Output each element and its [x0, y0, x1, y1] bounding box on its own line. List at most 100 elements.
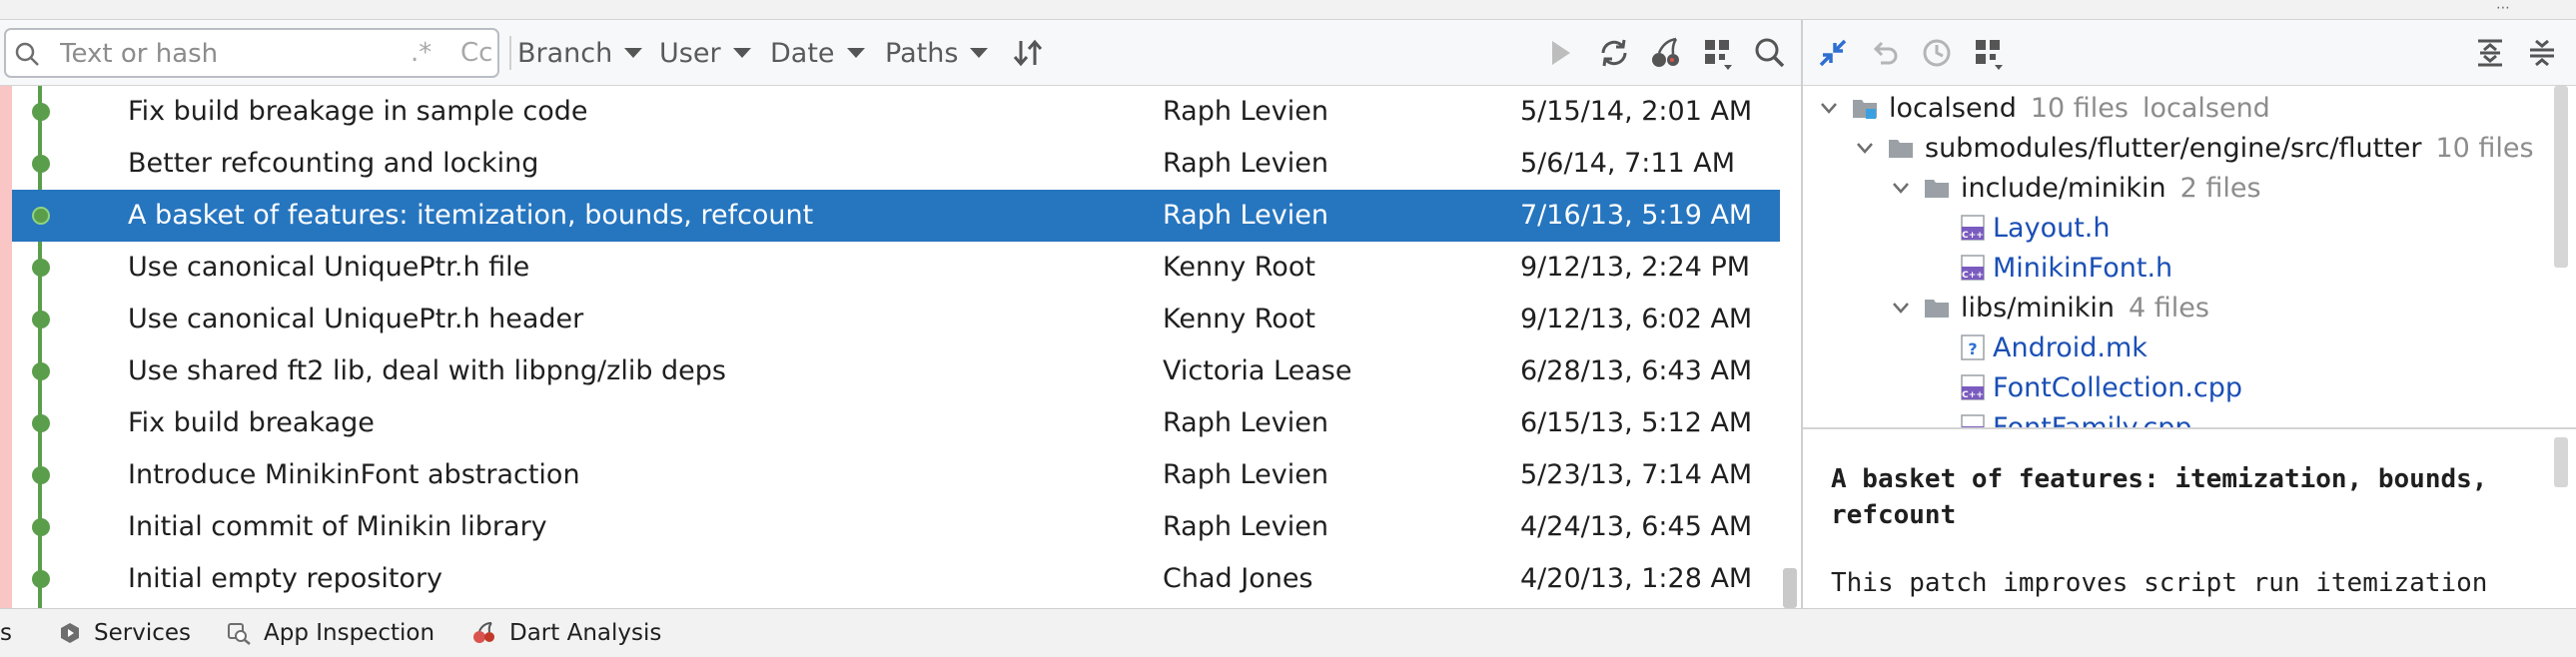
tool-tab-label: Dart Analysis: [509, 620, 662, 646]
commit-row[interactable]: Fix build breakage Raph Levien 6/15/13, …: [12, 397, 1780, 449]
date-filter[interactable]: Date: [770, 36, 865, 70]
folder-icon: [1925, 300, 1949, 318]
commit-row[interactable]: Introduce MinikinFont abstraction Raph L…: [12, 449, 1780, 501]
commit-date: 6/28/13, 6:43 AM: [1520, 355, 1753, 386]
commit-node: [32, 103, 50, 121]
svg-text:C++: C++: [1962, 231, 1984, 241]
commit-message-title: A basket of features: itemization, bound…: [1831, 461, 2530, 533]
expand-all-icon[interactable]: [2472, 35, 2508, 71]
search-input[interactable]: [60, 39, 400, 69]
file-label: FontCollection.cpp: [1993, 371, 2243, 403]
commit-row[interactable]: Initial commit of Minikin library Raph L…: [12, 501, 1780, 553]
commit-node: [32, 518, 50, 536]
commit-details-panel: localsend 10 files localsend submodules/…: [1803, 20, 2576, 608]
chevron-down-icon[interactable]: [1853, 136, 1877, 160]
tool-tab-services[interactable]: Services: [58, 617, 191, 649]
refresh-icon[interactable]: [1596, 35, 1632, 71]
tree-folder-node[interactable]: include/minikin 2 files: [1889, 168, 2261, 208]
layout-grid-icon[interactable]: [1971, 35, 2007, 71]
commit-node: [32, 466, 50, 484]
history-icon[interactable]: [1919, 35, 1955, 71]
commit-row[interactable]: Use shared ft2 lib, deal with libpng/zli…: [12, 345, 1780, 397]
tree-folder-node[interactable]: libs/minikin 4 files: [1889, 288, 2209, 328]
match-case-toggle[interactable]: Cc: [460, 38, 492, 68]
file-count: 10 files: [2030, 92, 2129, 124]
user-filter-label: User: [659, 37, 721, 69]
tool-tab-app-inspection[interactable]: App Inspection: [226, 617, 434, 649]
regex-toggle[interactable]: .*: [411, 38, 431, 68]
file-label: Android.mk: [1993, 331, 2147, 363]
commit-row[interactable]: Use canonical UniquePtr.h file Kenny Roo…: [12, 242, 1780, 294]
commit-row[interactable]: Initial empty repository Chad Jones 4/20…: [12, 553, 1780, 605]
undo-icon[interactable]: [1867, 35, 1903, 71]
tree-file-node[interactable]: C++ Layout.h: [1961, 208, 2110, 248]
file-count: 10 files: [2435, 132, 2534, 164]
cherry-pick-icon[interactable]: [1648, 35, 1684, 71]
chevron-down-icon[interactable]: [1889, 296, 1913, 320]
commit-row[interactable]: Fix build breakage in sample code Raph L…: [12, 86, 1780, 138]
tree-file-node[interactable]: C++ FontFamily.cpp: [1961, 407, 2192, 427]
tree-file-node[interactable]: C++ FontCollection.cpp: [1961, 367, 2242, 407]
commit-row[interactable]: Use canonical UniquePtr.h header Kenny R…: [12, 294, 1780, 345]
commit-subject: Initial empty repository: [128, 563, 443, 594]
app-inspection-icon: [228, 623, 251, 645]
tree-file-node[interactable]: ? Android.mk: [1961, 328, 2147, 367]
commit-message-panel: A basket of features: itemization, bound…: [1803, 429, 2576, 608]
tree-file-node[interactable]: C++ MinikinFont.h: [1961, 248, 2172, 288]
commit-date: 4/24/13, 6:45 AM: [1520, 511, 1753, 542]
cpp-file-icon: C++: [1961, 374, 1985, 400]
collapse-arrows-icon[interactable]: [1815, 35, 1851, 71]
search-box[interactable]: .* Cc: [4, 28, 499, 78]
commit-subject: Fix build breakage in sample code: [128, 96, 588, 127]
commit-author: Victoria Lease: [1163, 355, 1352, 386]
log-toolbar: .* Cc Branch User Date Paths: [0, 20, 1801, 86]
repo-name: localsend: [2142, 92, 2270, 124]
search-icon[interactable]: [1752, 35, 1788, 71]
tool-tab-dart-analysis[interactable]: Dart Analysis: [471, 617, 661, 649]
chevron-down-icon[interactable]: [1889, 176, 1913, 200]
tree-root-node[interactable]: localsend 10 files localsend: [1817, 88, 2270, 128]
scrollbar-thumb[interactable]: [1783, 568, 1797, 608]
commit-row[interactable]: Better refcounting and locking Raph Levi…: [12, 138, 1780, 190]
details-scrollbar[interactable]: [2554, 437, 2568, 487]
chevron-down-icon[interactable]: [1817, 96, 1841, 120]
date-filter-label: Date: [770, 37, 835, 69]
commit-list-scrollbar[interactable]: [1783, 86, 1797, 608]
commit-node: [32, 570, 50, 588]
folder-icon: [1925, 180, 1949, 198]
commit-date: 7/16/13, 5:19 AM: [1520, 200, 1753, 231]
tool-tab-partial[interactable]: s: [0, 617, 12, 649]
commit-row-selected[interactable]: A basket of features: itemization, bound…: [12, 190, 1780, 242]
commit-log-panel: .* Cc Branch User Date Paths: [0, 20, 1801, 608]
chevron-down-icon: [846, 48, 865, 58]
svg-text:C++: C++: [1962, 271, 1984, 281]
file-label: FontFamily.cpp: [1993, 411, 2192, 428]
top-strip: ⋯: [0, 0, 2576, 20]
folder-label: submodules/flutter/engine/src/flutter: [1925, 132, 2422, 164]
paths-filter[interactable]: Paths: [885, 36, 989, 70]
commit-title-line: refcount: [1831, 500, 1957, 530]
folder-label: libs/minikin: [1961, 292, 2115, 324]
sort-icon[interactable]: [1011, 35, 1047, 71]
chevron-down-icon: [970, 48, 989, 58]
user-filter[interactable]: User: [659, 36, 751, 70]
commit-date: 9/12/13, 6:02 AM: [1520, 304, 1753, 334]
commit-author: Kenny Root: [1163, 304, 1315, 334]
cpp-file-icon: C++: [1961, 414, 1985, 427]
tree-scrollbar[interactable]: [2554, 86, 2568, 268]
commit-author: Chad Jones: [1163, 563, 1313, 594]
commit-subject: Use shared ft2 lib, deal with libpng/zli…: [128, 355, 726, 386]
commit-date: 6/15/13, 5:12 AM: [1520, 407, 1753, 438]
tree-folder-node[interactable]: submodules/flutter/engine/src/flutter 10…: [1853, 128, 2534, 168]
commit-author: Raph Levien: [1163, 459, 1328, 490]
layout-grid-icon[interactable]: [1700, 35, 1736, 71]
play-icon[interactable]: [1542, 35, 1578, 71]
more-icon[interactable]: ⋯: [2496, 0, 2510, 16]
tool-tab-label: s: [0, 620, 12, 646]
branch-filter[interactable]: Branch: [517, 36, 643, 70]
commit-subject: Use canonical UniquePtr.h file: [128, 252, 530, 283]
commit-node: [32, 362, 50, 380]
cpp-file-icon: C++: [1961, 255, 1985, 281]
collapse-all-icon[interactable]: [2524, 35, 2560, 71]
commit-list: Fix build breakage in sample code Raph L…: [0, 86, 1801, 608]
